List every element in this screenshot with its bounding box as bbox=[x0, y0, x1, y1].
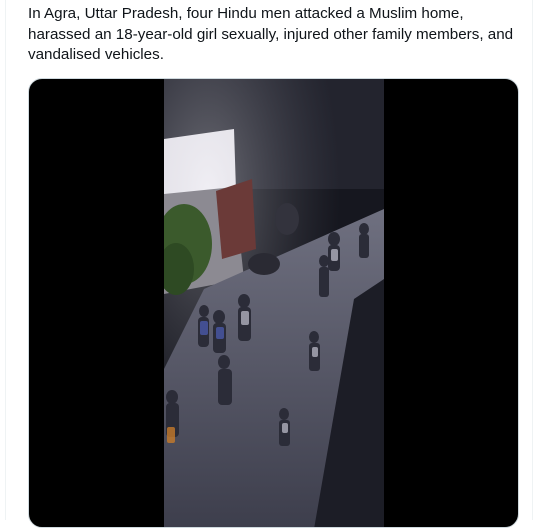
video-frame[interactable] bbox=[164, 79, 384, 527]
tweet-text: In Agra, Uttar Pradesh, four Hindu men a… bbox=[28, 5, 514, 63]
tweet-border-right bbox=[532, 0, 533, 520]
tweet-border-left bbox=[5, 0, 6, 520]
tweet-media-video[interactable] bbox=[28, 78, 519, 528]
video-frame-icon bbox=[164, 79, 384, 527]
tweet-card[interactable]: In Agra, Uttar Pradesh, four Hindu men a… bbox=[0, 0, 539, 528]
